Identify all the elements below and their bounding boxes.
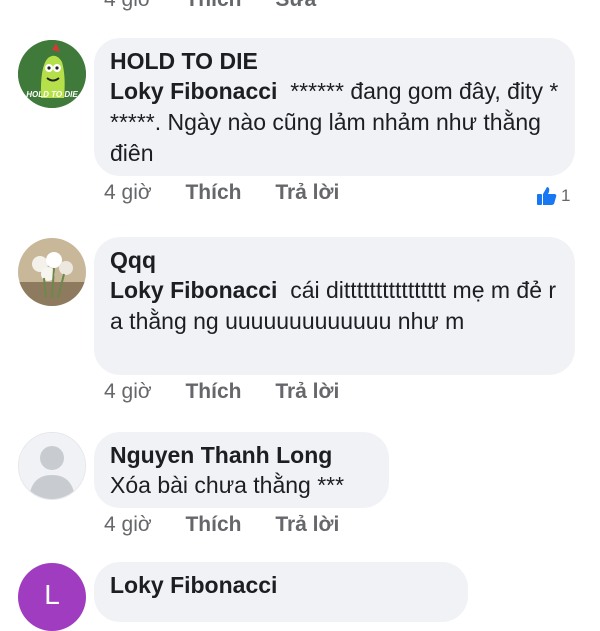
avatar-letter: L xyxy=(44,579,60,610)
like-link[interactable]: Thích xyxy=(185,513,241,536)
like-link[interactable]: Thích xyxy=(185,181,241,204)
mention-link[interactable]: Loky Fibonacci xyxy=(110,277,277,303)
top-comment-time: 4 giờ xyxy=(104,0,152,11)
comment-actions-2: 4 giờ Thích Trả lời xyxy=(104,380,367,404)
comment-time: 4 giờ xyxy=(104,380,152,403)
avatar-qqq[interactable] xyxy=(18,238,86,306)
mention-link[interactable]: Loky Fibonacci xyxy=(110,78,277,104)
avatar-loky-fibonacci[interactable]: L xyxy=(18,563,86,631)
comment-text: Loky Fibonacci ****** đang gom đây, đity… xyxy=(110,76,559,169)
avatar-nguyen-thanh-long[interactable] xyxy=(18,432,86,500)
reaction-count: 1 xyxy=(561,186,571,205)
thumbs-up-icon xyxy=(537,187,557,205)
comment-bubble-1: HOLD TO DIE Loky Fibonacci ****** đang g… xyxy=(94,38,575,176)
top-comment-like-link[interactable]: Thích xyxy=(185,0,241,11)
comment-body: Xóa bài chưa thằng *** xyxy=(110,472,345,498)
comment-text: Loky Fibonacci cái ditttttttttttttttt mẹ… xyxy=(110,275,559,337)
top-comment-edit-link[interactable]: Sửa xyxy=(275,0,316,11)
reply-link[interactable]: Trả lời xyxy=(275,380,339,403)
comment-time: 4 giờ xyxy=(104,181,152,204)
comment-actions-3: 4 giờ Thích Trả lời xyxy=(104,513,367,537)
comment-time: 4 giờ xyxy=(104,513,152,536)
top-comment-actions: 4 giờ Thích Sửa xyxy=(104,0,344,12)
like-link[interactable]: Thích xyxy=(185,380,241,403)
comment-author[interactable]: HOLD TO DIE xyxy=(110,46,559,76)
avatar-caption: HOLD TO DIE xyxy=(26,90,78,99)
reaction-summary[interactable]: 1 xyxy=(536,186,570,206)
default-user-icon xyxy=(19,433,85,499)
comment-bubble-4: Loky Fibonacci xyxy=(94,562,468,622)
flowers-avatar-image xyxy=(18,238,86,306)
comment-author[interactable]: Qqq xyxy=(110,245,559,275)
avatar-hold-to-die[interactable]: HOLD TO DIE xyxy=(18,40,86,108)
reply-link[interactable]: Trả lời xyxy=(275,181,339,204)
comment-bubble-3: Nguyen Thanh Long Xóa bài chưa thằng *** xyxy=(94,432,389,508)
reply-link[interactable]: Trả lời xyxy=(275,513,339,536)
comment-author[interactable]: Loky Fibonacci xyxy=(110,570,452,600)
comment-actions-1: 4 giờ Thích Trả lời xyxy=(104,181,367,205)
comment-author[interactable]: Nguyen Thanh Long xyxy=(110,440,373,470)
comment-bubble-2: Qqq Loky Fibonacci cái dittttttttttttttt… xyxy=(94,237,575,375)
